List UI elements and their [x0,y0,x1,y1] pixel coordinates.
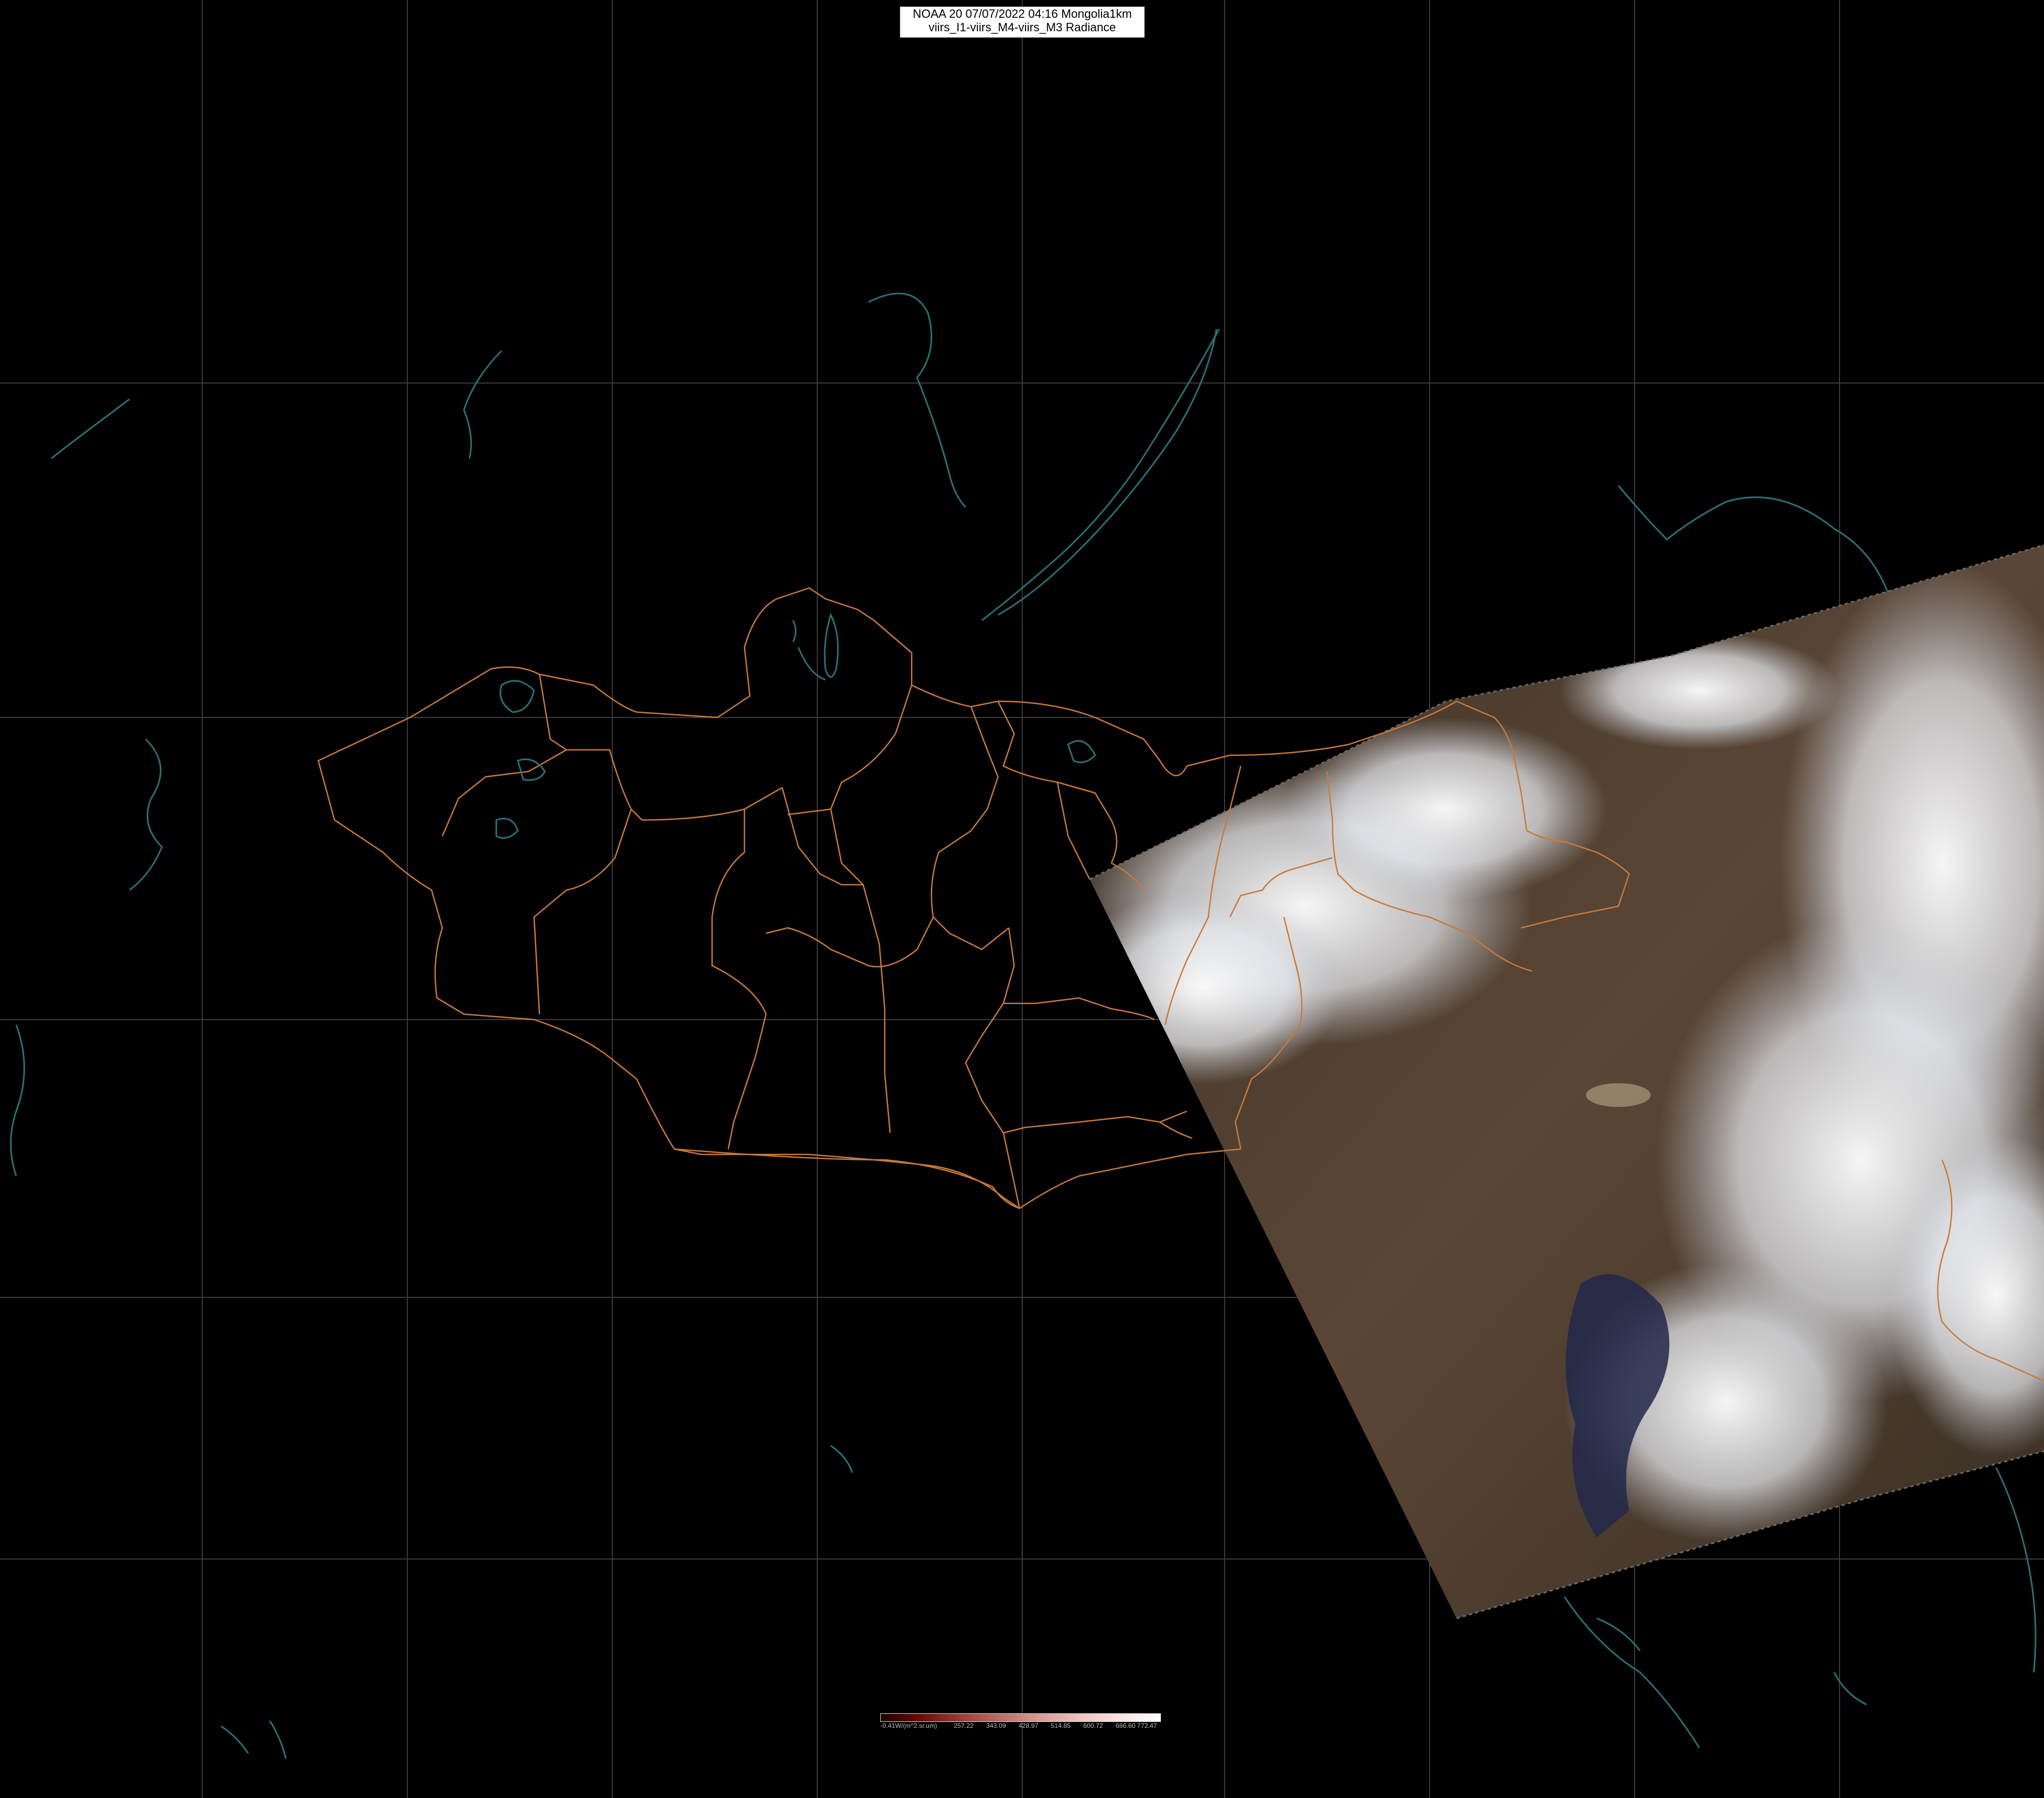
colorbar-tick: 772.47 [1137,1722,1157,1729]
image-title: NOAA 20 07/07/2022 04:16 Mongolia1km vii… [900,6,1145,38]
map-canvas [0,0,2044,1798]
title-line-1: NOAA 20 07/07/2022 04:16 Mongolia1km [912,7,1132,20]
colorbar-ramp [880,1713,1161,1722]
colorbar-tick: 514.85 [1051,1722,1071,1729]
colorbar-tick: 686.60 [1116,1722,1136,1729]
colorbar-tick: 428.97 [1018,1722,1038,1729]
colorbar-tick: 600.72 [1083,1722,1103,1729]
colorbar-legend: -0.41W/(m^2.sr.um) 257.22 343.09 428.97 … [880,1713,1161,1729]
colorbar-tick: -0.41W/(m^2.sr.um) [880,1722,937,1729]
colorbar-tick: 343.09 [986,1722,1006,1729]
colorbar-tick: 257.22 [954,1722,974,1729]
title-line-2: viirs_I1-viirs_M4-viirs_M3 Radiance [928,20,1116,34]
colorbar-ticks: -0.41W/(m^2.sr.um) 257.22 343.09 428.97 … [880,1722,1161,1729]
